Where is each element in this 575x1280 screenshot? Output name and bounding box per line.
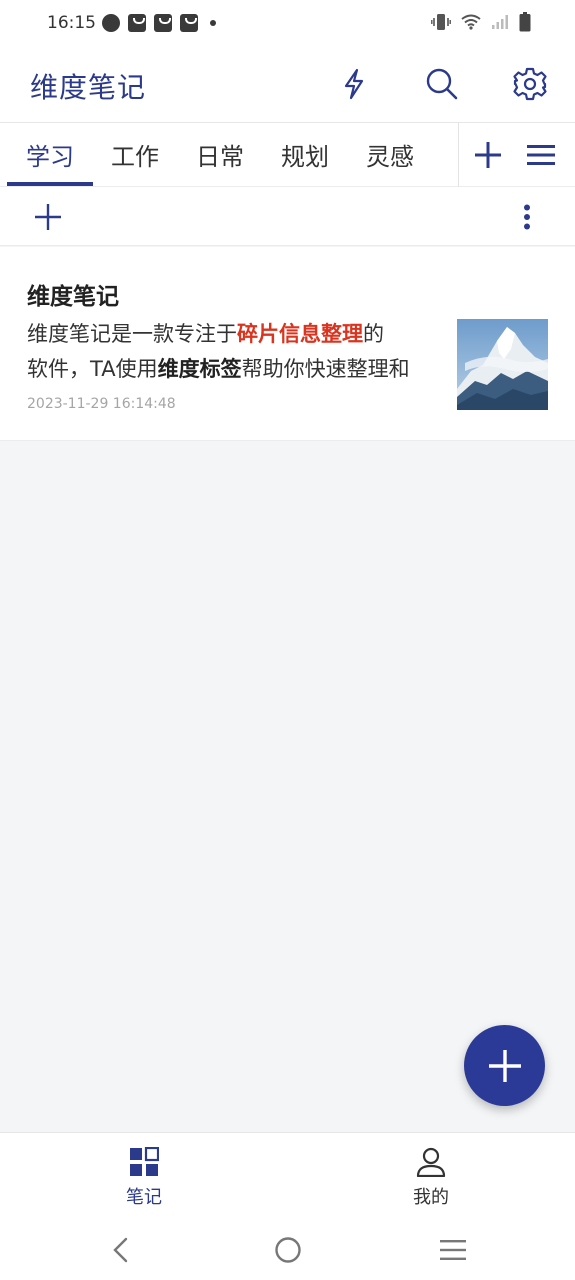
more-notifications-icon xyxy=(210,20,216,26)
shopping-bag-icon xyxy=(180,14,198,32)
tab-inspiration[interactable]: 灵感 xyxy=(366,137,414,172)
category-tab-bar: 学习 工作 日常 规划 灵感 xyxy=(0,122,575,187)
hamburger-menu-icon xyxy=(527,145,555,165)
notification-icons xyxy=(102,14,216,32)
nav-label: 我的 xyxy=(413,1187,449,1208)
app-notification-icon xyxy=(102,14,120,32)
status-bar: 16:15 xyxy=(0,0,575,46)
system-back-button[interactable] xyxy=(101,1232,141,1268)
category-menu-button[interactable] xyxy=(521,135,561,175)
battery-icon xyxy=(519,12,531,32)
add-subcategory-button[interactable] xyxy=(30,200,66,234)
new-note-button[interactable] xyxy=(464,1025,545,1106)
gear-icon xyxy=(513,67,547,101)
plus-icon xyxy=(35,204,61,230)
active-tab-indicator xyxy=(7,182,93,186)
search-icon xyxy=(426,68,458,100)
plus-icon xyxy=(488,1049,521,1082)
flash-icon xyxy=(344,68,364,100)
user-icon xyxy=(416,1147,446,1177)
note-preview-line-1: 维度笔记是一款专注于碎片信息整理的 xyxy=(27,317,437,352)
tab-study[interactable]: 学习 xyxy=(26,137,74,172)
tab-daily[interactable]: 日常 xyxy=(196,137,244,172)
more-vertical-icon xyxy=(524,204,530,230)
nav-item-notes[interactable]: 笔记 xyxy=(84,1147,204,1209)
nav-label: 笔记 xyxy=(126,1187,162,1208)
menu-lines-icon xyxy=(440,1240,466,1260)
system-recents-button[interactable] xyxy=(433,1232,473,1268)
system-status-icons xyxy=(431,12,531,32)
search-button[interactable] xyxy=(422,64,462,104)
shopping-bag-icon xyxy=(128,14,146,32)
more-options-button[interactable] xyxy=(512,200,542,234)
mountain-image xyxy=(457,319,548,410)
bottom-navigation: 笔记 我的 xyxy=(0,1132,575,1220)
shopping-bag-icon xyxy=(154,14,172,32)
add-category-button[interactable] xyxy=(468,135,508,175)
app-header: 维度笔记 xyxy=(0,46,575,122)
grid-icon xyxy=(130,1147,159,1176)
app-title: 维度笔记 xyxy=(30,71,147,104)
note-title: 维度笔记 xyxy=(27,284,119,310)
home-circle-icon xyxy=(275,1237,301,1263)
system-home-button[interactable] xyxy=(268,1232,308,1268)
tab-work[interactable]: 工作 xyxy=(111,137,159,172)
note-text: 的 xyxy=(363,322,384,346)
settings-button[interactable] xyxy=(510,64,550,104)
note-highlight-text: 碎片信息整理 xyxy=(237,322,363,346)
note-preview: 维度笔记是一款专注于碎片信息整理的 软件，TA使用维度标签帮助你快速整理和 xyxy=(27,317,437,387)
tab-divider xyxy=(458,123,459,187)
wifi-icon xyxy=(461,14,481,30)
tab-plan[interactable]: 规划 xyxy=(281,137,329,172)
plus-icon xyxy=(475,142,501,168)
sub-toolbar xyxy=(0,187,575,246)
nav-item-me[interactable]: 我的 xyxy=(371,1147,491,1209)
note-card[interactable]: 维度笔记 维度笔记是一款专注于碎片信息整理的 软件，TA使用维度标签帮助你快速整… xyxy=(0,247,575,441)
status-time: 16:15 xyxy=(47,13,96,33)
note-text: 软件，TA使用 xyxy=(27,357,158,381)
flash-button[interactable] xyxy=(334,64,374,104)
back-arrow-icon xyxy=(113,1237,128,1263)
vibrate-icon xyxy=(431,14,451,30)
note-text: 帮助你快速整理和 xyxy=(241,357,410,381)
note-preview-line-2: 软件，TA使用维度标签帮助你快速整理和 xyxy=(27,352,437,387)
note-bold-text: 维度标签 xyxy=(157,357,242,381)
signal-icon xyxy=(492,15,508,29)
system-navigation-bar xyxy=(0,1220,575,1280)
note-thumbnail xyxy=(457,319,548,410)
note-timestamp: 2023-11-29 16:14:48 xyxy=(27,396,176,412)
note-text: 维度笔记是一款专注于 xyxy=(27,322,237,346)
